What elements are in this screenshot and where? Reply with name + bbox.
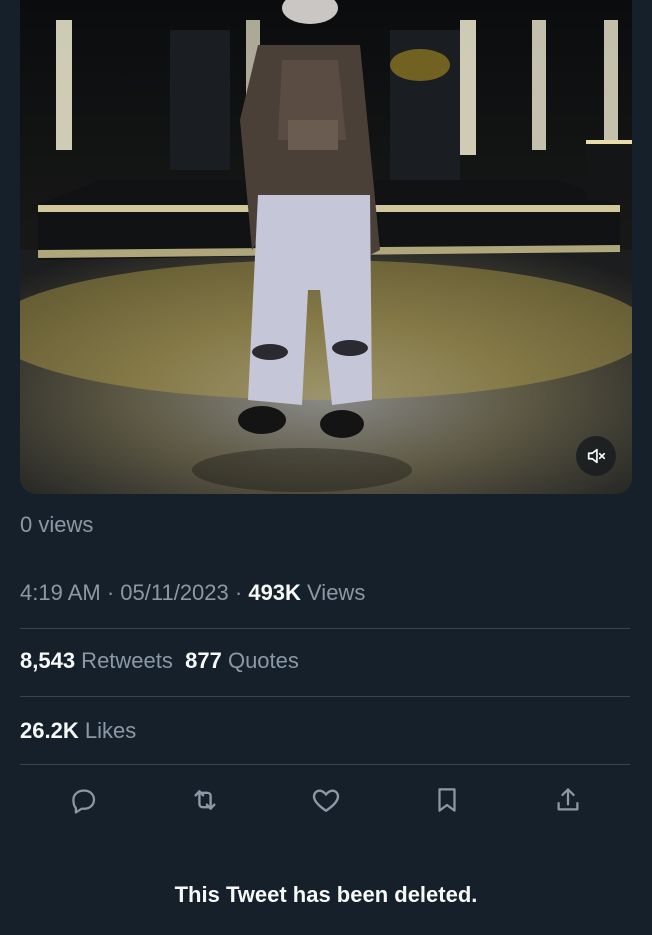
- quotes-stat[interactable]: 877 Quotes: [185, 648, 299, 673]
- share-icon: [557, 788, 579, 811]
- views-label: Views: [300, 580, 366, 605]
- retweet-icon: [194, 790, 216, 810]
- retweets-stat[interactable]: 8,543 Retweets: [20, 648, 173, 673]
- reply-icon: [72, 789, 96, 814]
- quotes-count: 877: [185, 648, 222, 673]
- meta-separator: ·: [228, 580, 249, 605]
- like-icon: [312, 789, 340, 812]
- retweets-count: 8,543: [20, 648, 76, 673]
- meta-separator: ·: [100, 580, 121, 605]
- tweet-video[interactable]: [20, 0, 632, 494]
- tweet-time[interactable]: 4:19 AM: [20, 580, 101, 605]
- reply-button[interactable]: [66, 778, 102, 822]
- tweet-deleted-notice: This Tweet has been deleted.: [174, 882, 478, 907]
- likes-stat[interactable]: 26.2K Likes: [20, 718, 136, 744]
- divider: [20, 764, 630, 765]
- tweet-action-bar: [20, 778, 630, 822]
- tweet-date[interactable]: 05/11/2023: [120, 580, 228, 605]
- bookmark-icon: [438, 788, 456, 812]
- mute-toggle-button[interactable]: [576, 436, 616, 476]
- quotes-label: Quotes: [221, 648, 299, 673]
- volume-muted-icon: [587, 448, 606, 464]
- likes-label: Likes: [78, 718, 137, 743]
- tweet-detail-page: 0 views 4:19 AM · 05/11/2023 · 493K View…: [0, 0, 652, 935]
- video-frame: [20, 0, 632, 494]
- repost-stats: 8,543 Retweets 877 Quotes: [20, 648, 299, 674]
- share-button[interactable]: [550, 778, 586, 822]
- likes-count: 26.2K: [20, 718, 79, 743]
- retweets-label: Retweets: [75, 648, 173, 673]
- bookmark-button[interactable]: [429, 778, 465, 822]
- video-view-count: 0 views: [20, 512, 94, 537]
- like-button[interactable]: [308, 778, 344, 822]
- views-count: 493K: [248, 580, 301, 605]
- tweet-meta: 4:19 AM · 05/11/2023 · 493K Views: [20, 580, 365, 606]
- retweet-button[interactable]: [187, 778, 223, 822]
- divider: [20, 628, 630, 629]
- divider: [20, 696, 630, 697]
